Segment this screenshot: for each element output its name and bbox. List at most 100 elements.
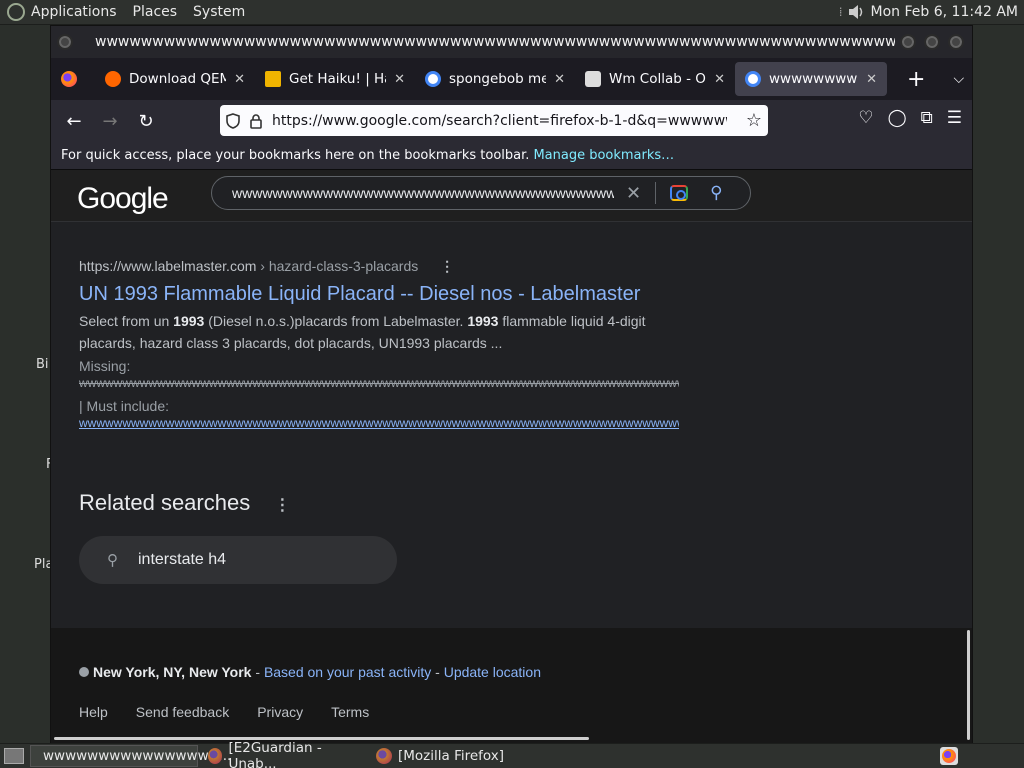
privacy-link[interactable]: Privacy (257, 704, 303, 720)
close-tab-icon[interactable]: ✕ (866, 72, 877, 87)
search-input[interactable] (232, 185, 614, 201)
firefox-icon (61, 71, 77, 87)
tab-get-haiku[interactable]: Get Haiku! | Haiku ✕ (255, 62, 415, 96)
window-titlebar[interactable]: wwwwwwwwwwwwwwwwwwwwwwwwwwwwwwwwwwwwwwww… (51, 26, 972, 58)
must-include-label: | Must include: (79, 398, 170, 414)
close-tab-icon[interactable]: ✕ (554, 72, 565, 87)
missing-terms: wwwwwwwwwwwwwwwwwwwwwwwwwwwwwwwwwwwwwwww… (79, 376, 679, 390)
result-url[interactable]: https://www.labelmaster.com › hazard-cla… (79, 258, 679, 275)
firefox-icon (376, 748, 392, 764)
firefox-icon (208, 748, 223, 764)
minimize-button[interactable] (900, 34, 916, 50)
panel-tray: ⁞ Mon Feb 6, 11:42 AM (839, 3, 1018, 21)
taskbar: wwwwwwwwwwwwwwww... [E2Guardian - Unab..… (0, 740, 1024, 768)
taskbar-item-label: [Mozilla Firefox] (398, 748, 505, 764)
taskbar-item-mozilla-firefox[interactable]: [Mozilla Firefox] (370, 745, 510, 767)
snippet-text: Select from un (79, 313, 174, 329)
snippet-bold: 1993 (173, 313, 205, 329)
missing-label: Missing: (79, 358, 131, 374)
result-more-icon[interactable]: ⋮ (440, 258, 454, 274)
window-controls (900, 34, 964, 50)
clock[interactable]: Mon Feb 6, 11:42 AM (871, 4, 1018, 20)
tab-wm-collab[interactable]: Wm Collab - Open ✕ (575, 62, 735, 96)
manage-bookmarks-link[interactable]: Manage bookmarks… (533, 148, 674, 163)
related-searches: Related searches ⋮ ⚲ interstate h4 (79, 490, 397, 584)
url-bar[interactable]: https://www.google.com/search?client=fir… (220, 105, 768, 136)
nav-bar: ← → ↻ https://www.google.com/search?clie… (51, 100, 972, 142)
hamburger-menu-icon[interactable]: ☰ (947, 108, 962, 128)
extensions-icon[interactable]: ⧉ (921, 108, 933, 128)
window-title: wwwwwwwwwwwwwwwwwwwwwwwwwwwwwwwwwwwwwwww… (95, 34, 895, 50)
haiku-leaf-icon (265, 71, 281, 87)
help-link[interactable]: Help (79, 704, 108, 720)
result-site: https://www.labelmaster.com (79, 258, 257, 274)
menu-places[interactable]: Places (133, 4, 178, 20)
tab-label: Wm Collab - Open (609, 71, 706, 87)
taskbar-item-google-search[interactable]: wwwwwwwwwwwwwwww... (30, 745, 231, 767)
close-tab-icon[interactable]: ✕ (714, 72, 725, 87)
google-g-icon (425, 71, 441, 87)
google-footer: New York, NY, New York - Based on your p… (51, 628, 972, 745)
close-window-button[interactable] (948, 34, 964, 50)
clear-search-icon[interactable]: ✕ (626, 183, 641, 204)
panel-handle-icon: ⁞ (838, 5, 843, 19)
close-tab-icon[interactable]: ✕ (234, 72, 245, 87)
window-menu-button[interactable] (57, 34, 73, 50)
related-search-label: interstate h4 (138, 551, 227, 568)
forward-button[interactable]: → (95, 111, 125, 132)
tab-google-search-active[interactable]: wwwwwwwwwwwww ✕ (735, 62, 887, 96)
reload-button[interactable]: ↻ (131, 111, 161, 132)
show-desktop-button[interactable] (4, 748, 24, 764)
related-more-icon[interactable]: ⋮ (274, 497, 290, 514)
shield-icon[interactable] (220, 112, 246, 130)
update-location-link[interactable]: Update location (444, 664, 541, 680)
google-logo[interactable]: Google (77, 182, 169, 216)
new-tab-button[interactable]: + (907, 67, 925, 92)
google-g-icon (745, 71, 761, 87)
send-feedback-link[interactable]: Send feedback (136, 704, 229, 720)
must-include-link[interactable]: wwwwwwwwwwwwwwwwwwwwwwwwwwwwwwwwwwwwwwww… (79, 416, 679, 430)
result-title-link[interactable]: UN 1993 Flammable Liquid Placard -- Dies… (79, 283, 679, 306)
tray-firefox-icon[interactable] (940, 747, 958, 765)
close-tab-icon[interactable]: ✕ (394, 72, 405, 87)
pocket-icon[interactable]: ♡ (858, 108, 873, 128)
google-search-box: ✕ ⚲ (211, 176, 751, 210)
bookmark-star-icon[interactable]: ☆ (746, 110, 762, 131)
tab-label: Get Haiku! | Haiku (289, 71, 386, 87)
firefox-view-button[interactable] (51, 62, 95, 96)
menu-applications[interactable]: Applications (31, 4, 117, 20)
google-header: Google ✕ ⚲ (51, 170, 972, 222)
terms-link[interactable]: Terms (331, 704, 369, 720)
snippet-text: (Diesel n.o.s.)placards from Labelmaster… (204, 313, 468, 329)
url-text[interactable]: https://www.google.com/search?client=fir… (272, 113, 727, 129)
footer-links: Help Send feedback Privacy Terms (79, 704, 369, 720)
separator: - (431, 664, 444, 680)
account-icon[interactable]: ◯ (888, 108, 907, 128)
tab-bar: Download QEMU ✕ Get Haiku! | Haiku ✕ spo… (51, 58, 972, 100)
maximize-button[interactable] (924, 34, 940, 50)
search-results: https://www.labelmaster.com › hazard-cla… (51, 222, 972, 628)
taskbar-item-e2guardian[interactable]: [E2Guardian - Unab... (202, 740, 366, 768)
list-all-tabs-chevron-icon[interactable]: ⌵ (953, 71, 964, 87)
volume-icon[interactable] (847, 3, 865, 21)
related-search-chip[interactable]: ⚲ interstate h4 (79, 536, 397, 584)
toolbar-buttons: ♡ ◯ ⧉ ☰ (858, 108, 962, 128)
location-text: New York, NY, New York (93, 664, 252, 680)
vertical-scrollbar[interactable] (967, 630, 970, 740)
tab-label: wwwwwwwwwwwww (769, 71, 858, 87)
back-button[interactable]: ← (59, 111, 89, 132)
bookmarks-hint: For quick access, place your bookmarks h… (61, 148, 530, 163)
top-panel: Applications Places System ⁞ Mon Feb 6, … (0, 0, 1024, 25)
tab-download-qemu[interactable]: Download QEMU ✕ (95, 62, 255, 96)
lock-icon[interactable] (246, 112, 266, 130)
separator: - (251, 664, 264, 680)
search-icon[interactable]: ⚲ (710, 183, 722, 203)
related-heading: Related searches ⋮ (79, 490, 397, 516)
location-dot-icon (79, 667, 89, 677)
tab-spongebob-meme[interactable]: spongebob meme ✕ (415, 62, 575, 96)
menu-system[interactable]: System (193, 4, 245, 20)
tab-label: spongebob meme (449, 71, 547, 87)
based-on-activity-link[interactable]: Based on your past activity (264, 664, 431, 680)
gnome-foot-icon[interactable] (7, 3, 25, 21)
google-lens-icon[interactable] (670, 185, 689, 201)
